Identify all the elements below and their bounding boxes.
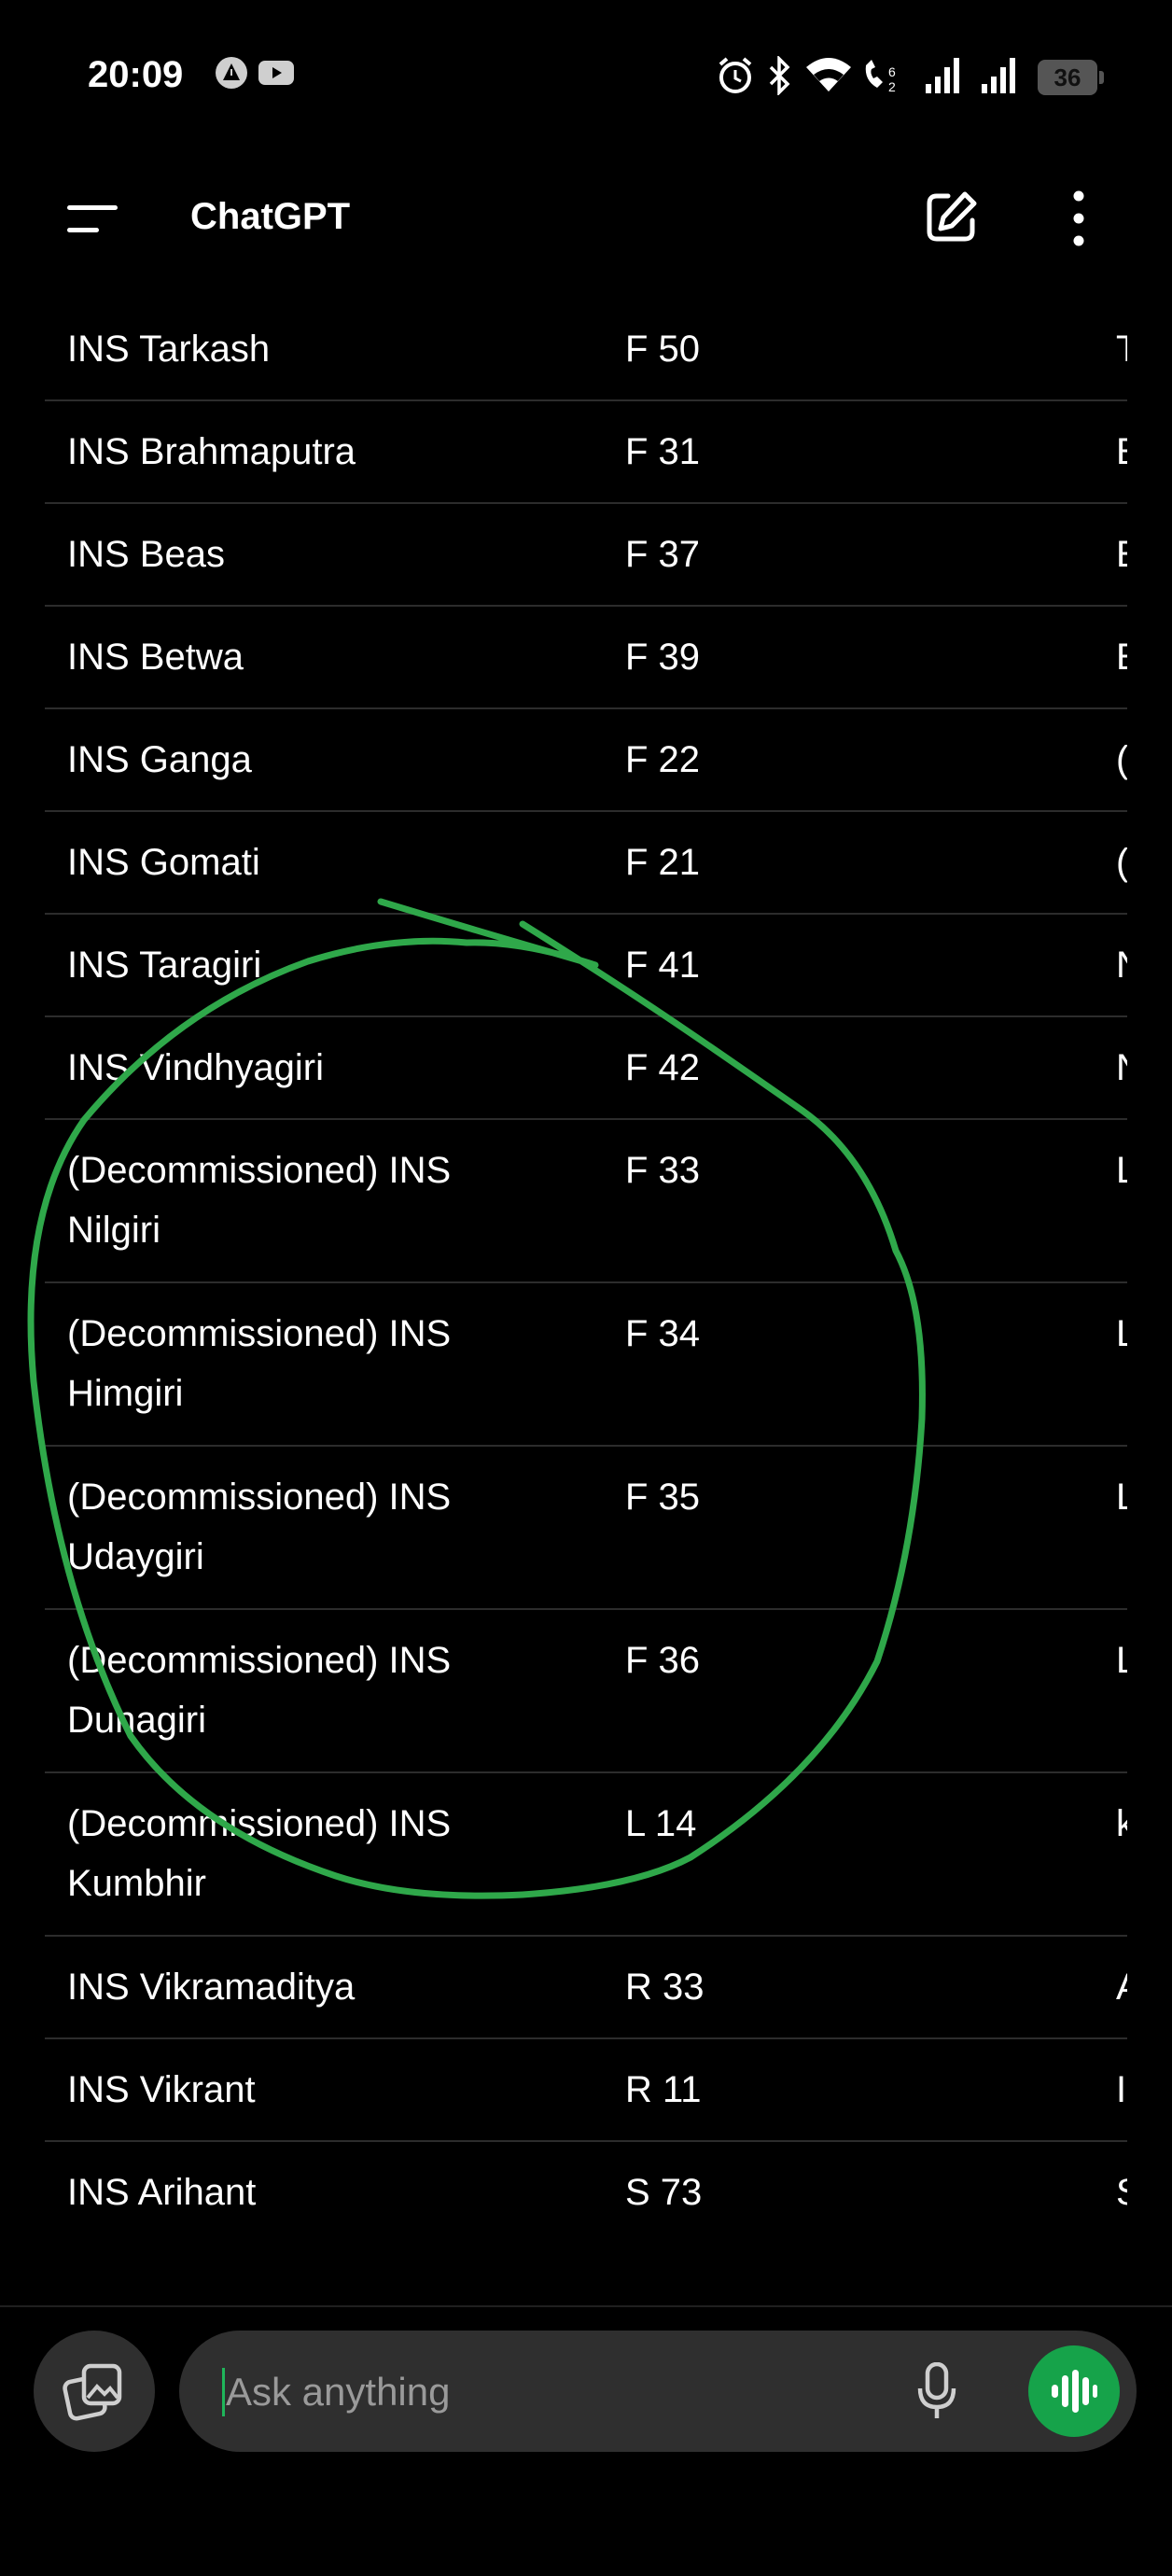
truncated-cell: I bbox=[1116, 2069, 1127, 2110]
svg-text:2: 2 bbox=[888, 79, 896, 94]
pennant-cell: F 37 bbox=[625, 534, 701, 575]
truncated-cell: k s bbox=[1116, 1803, 1127, 1844]
truncated-cell: L bbox=[1116, 1313, 1127, 1354]
table-row: (Decommissioned) INS Udaygiri F 35 L bbox=[45, 1447, 1127, 1610]
composer-input-container[interactable] bbox=[179, 2331, 1137, 2452]
pennant-cell: F 21 bbox=[625, 842, 701, 883]
pennant-cell: F 50 bbox=[625, 329, 701, 370]
signal-icon bbox=[926, 58, 959, 93]
voice-mode-button[interactable] bbox=[1028, 2345, 1120, 2437]
pennant-cell: F 39 bbox=[625, 637, 701, 678]
truncated-cell: E bbox=[1116, 525, 1127, 584]
signal-icon-2 bbox=[982, 58, 1015, 93]
table-row: (Decommissioned) INS Himgiri F 34 L bbox=[45, 1283, 1127, 1447]
ship-name-cell: INS Gomati bbox=[67, 842, 260, 883]
composer-divider bbox=[0, 2305, 1172, 2307]
ship-name-cell: (Decommissioned) INS Nilgiri bbox=[67, 1150, 452, 1251]
svg-text:6: 6 bbox=[888, 64, 896, 79]
table-row: INS Vindhyagiri F 42 N bbox=[45, 1017, 1127, 1120]
ship-name-cell: INS Taragiri bbox=[67, 945, 262, 986]
youtube-icon bbox=[258, 61, 294, 85]
ship-name-cell: (Decommissioned) INS Kumbhir bbox=[67, 1803, 452, 1904]
table-row: INS Arihant S 73 S r bbox=[45, 2142, 1127, 2301]
pennant-cell: F 22 bbox=[625, 739, 701, 780]
ship-name-cell: INS Arihant bbox=[67, 2172, 257, 2213]
more-icon[interactable] bbox=[1060, 189, 1097, 248]
battery-cap bbox=[1099, 71, 1104, 84]
pennant-cell: F 42 bbox=[625, 1047, 701, 1088]
table-row: INS Taragiri F 41 N bbox=[45, 915, 1127, 1017]
voice-mode-icon bbox=[1052, 2370, 1097, 2413]
ship-name-cell: INS Vikramaditya bbox=[67, 1967, 356, 2008]
attach-button[interactable] bbox=[34, 2331, 155, 2452]
table-row: (Decommissioned) INS Dunagiri F 36 L bbox=[45, 1610, 1127, 1773]
attach-image-icon bbox=[63, 2363, 122, 2421]
status-bar: 20:09 62 36 bbox=[0, 0, 1172, 159]
pennant-cell: S 73 bbox=[625, 2172, 703, 2213]
truncated-cell: L bbox=[1116, 1640, 1127, 1681]
app-header: ChatGPT bbox=[0, 168, 1172, 271]
ship-name-cell: INS Vindhyagiri bbox=[67, 1047, 324, 1088]
battery-icon: 36 bbox=[1038, 60, 1097, 95]
ship-name-cell: INS Tarkash bbox=[67, 329, 271, 370]
ship-name-cell: INS Beas bbox=[67, 534, 225, 575]
table-row: INS Gomati F 21 ( bbox=[45, 812, 1127, 915]
ship-name-cell: (Decommissioned) INS Udaygiri bbox=[67, 1477, 452, 1577]
pennant-cell: R 11 bbox=[625, 2069, 702, 2110]
pennant-cell: F 34 bbox=[625, 1313, 701, 1354]
notification-warning-icon bbox=[216, 57, 247, 89]
pennant-cell: F 33 bbox=[625, 1150, 701, 1191]
status-time: 20:09 bbox=[88, 54, 184, 95]
ship-name-cell: INS Brahmaputra bbox=[67, 431, 356, 472]
ask-input[interactable] bbox=[224, 2353, 881, 2431]
truncated-cell: ( bbox=[1116, 739, 1127, 780]
new-chat-icon[interactable] bbox=[922, 189, 980, 246]
ship-name-cell: (Decommissioned) INS Dunagiri bbox=[67, 1640, 452, 1741]
table-row: INS Vikramaditya R 33 A bbox=[45, 1937, 1127, 2039]
table-row: INS Beas F 37 E bbox=[45, 504, 1127, 607]
truncated-cell: L bbox=[1116, 1150, 1127, 1191]
pennant-cell: R 33 bbox=[625, 1967, 705, 2008]
app-title: ChatGPT bbox=[190, 196, 351, 237]
truncated-cell: E bbox=[1116, 422, 1127, 482]
table-row: INS Ganga F 22 ( bbox=[45, 709, 1127, 812]
wifi-icon bbox=[806, 58, 851, 91]
pennant-cell: F 31 bbox=[625, 431, 701, 472]
pennant-cell: F 35 bbox=[625, 1477, 701, 1518]
ship-name-cell: (Decommissioned) INS Himgiri bbox=[67, 1313, 452, 1414]
ship-name-cell: INS Betwa bbox=[67, 637, 244, 678]
truncated-cell: L bbox=[1116, 1477, 1127, 1518]
ship-table[interactable]: INS Tarkash F 50 T INS Brahmaputra F 31 … bbox=[45, 299, 1127, 2301]
pennant-cell: L 14 bbox=[625, 1803, 697, 1844]
table-row: (Decommissioned) INS Kumbhir L 14 k s bbox=[45, 1773, 1127, 1937]
table-row: INS Betwa F 39 E bbox=[45, 607, 1127, 709]
truncated-cell: ( bbox=[1116, 842, 1127, 883]
truncated-cell: E bbox=[1116, 627, 1127, 687]
truncated-cell: N bbox=[1116, 1038, 1127, 1098]
volte-icon: 62 bbox=[865, 60, 896, 94]
table-row: INS Tarkash F 50 T bbox=[45, 299, 1127, 401]
pennant-cell: F 36 bbox=[625, 1640, 701, 1681]
alarm-icon bbox=[719, 57, 752, 93]
pennant-cell: F 41 bbox=[625, 945, 701, 986]
table-row: INS Brahmaputra F 31 E bbox=[45, 401, 1127, 504]
table-row: INS Vikrant R 11 I bbox=[45, 2039, 1127, 2142]
bluetooth-icon bbox=[769, 56, 790, 95]
ship-name-cell: INS Ganga bbox=[67, 739, 252, 780]
table-row: (Decommissioned) INS Nilgiri F 33 L bbox=[45, 1120, 1127, 1283]
ship-name-cell: INS Vikrant bbox=[67, 2069, 256, 2110]
microphone-icon[interactable] bbox=[916, 2362, 957, 2420]
truncated-cell: A bbox=[1116, 1957, 1127, 2017]
truncated-cell: S r bbox=[1116, 2163, 1127, 2222]
menu-icon[interactable] bbox=[65, 198, 121, 239]
truncated-cell: T bbox=[1116, 319, 1127, 379]
truncated-cell: N bbox=[1116, 935, 1127, 995]
